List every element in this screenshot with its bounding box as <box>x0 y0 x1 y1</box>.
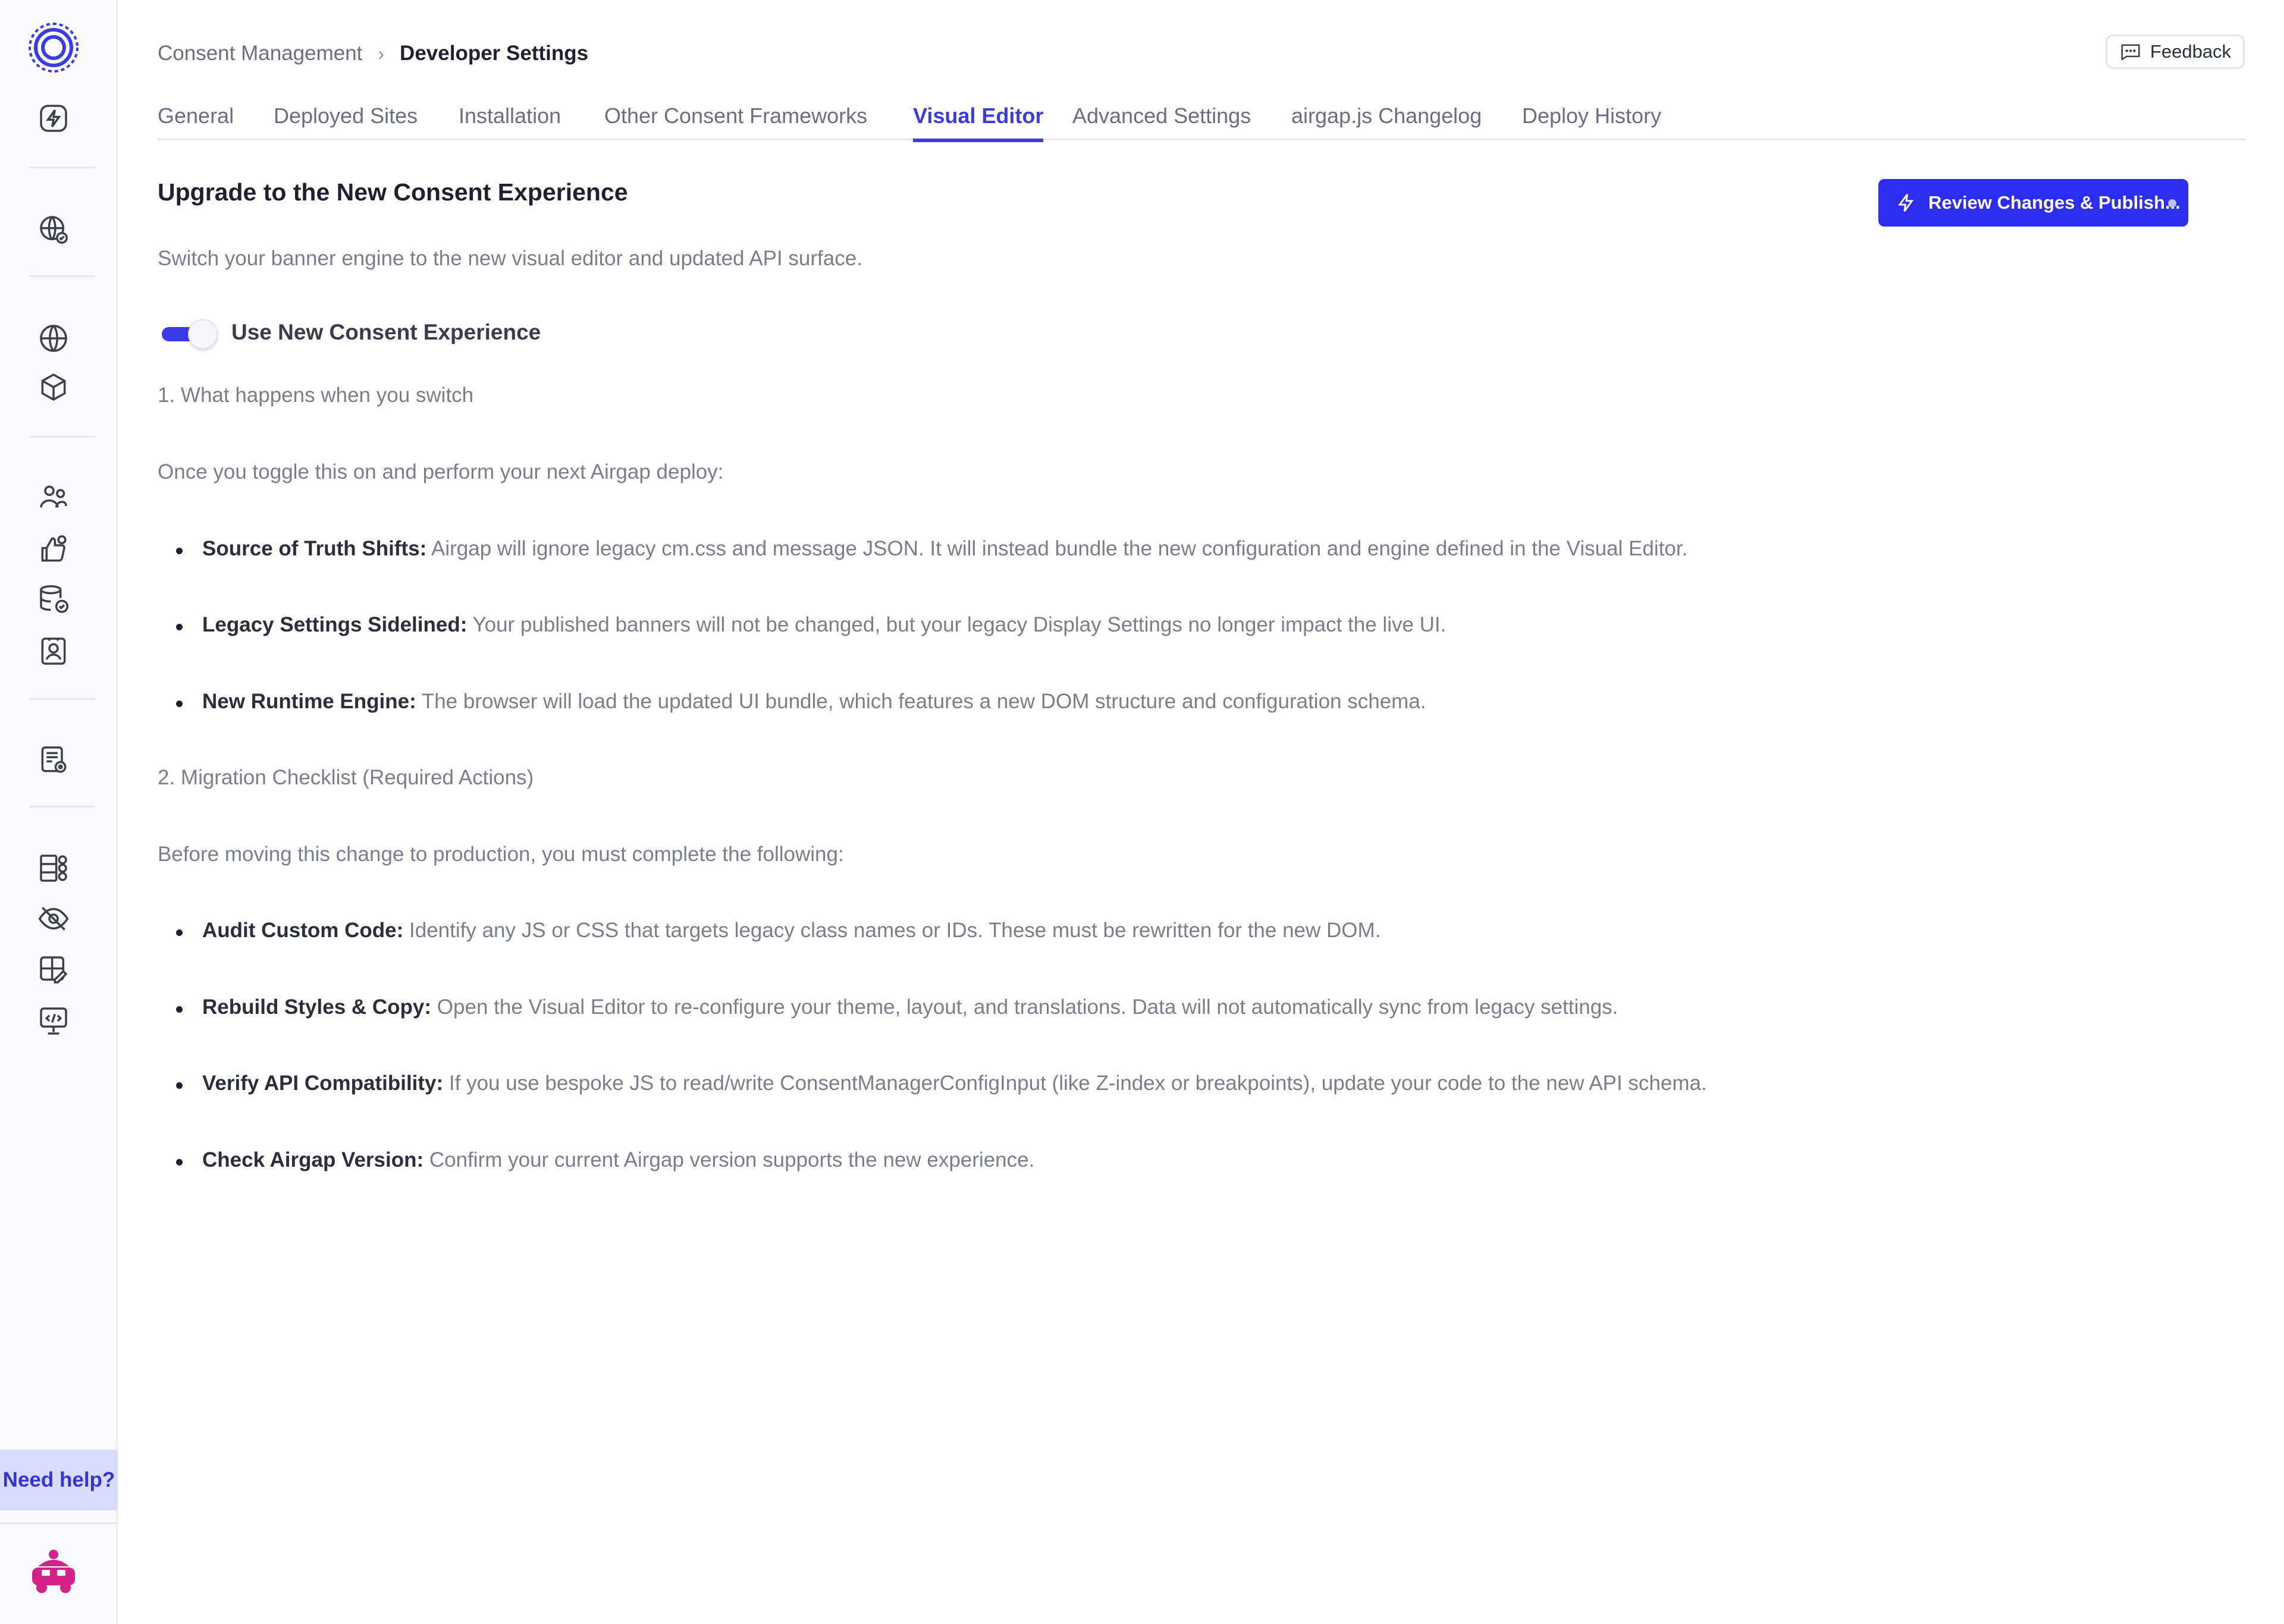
list-item: Rebuild Styles & Copy: Open the Visual E… <box>176 995 1618 1019</box>
new-consent-experience-toggle[interactable] <box>162 319 221 349</box>
tab-deployed-sites[interactable]: Deployed Sites <box>274 101 418 140</box>
cube-icon[interactable] <box>35 369 72 406</box>
breadcrumb: Consent Management › Developer Settings <box>158 39 588 68</box>
globe-shield-icon[interactable] <box>35 211 72 248</box>
feedback-button[interactable]: Feedback <box>2106 34 2245 69</box>
section-title: Upgrade to the New Consent Experience <box>158 178 628 206</box>
tab-airgap-changelog[interactable]: airgap.js Changelog <box>1291 101 1482 140</box>
breadcrumb-separator-icon: › <box>378 42 385 64</box>
sidebar-divider <box>29 275 95 277</box>
tab-other-consent-frameworks[interactable]: Other Consent Frameworks <box>604 101 867 140</box>
list-item: Source of Truth Shifts: Airgap will igno… <box>176 537 1687 561</box>
tab-installation[interactable]: Installation <box>459 101 561 140</box>
section-heading-2: 2. Migration Checklist (Required Actions… <box>158 766 534 789</box>
toggle-label: Use New Consent Experience <box>231 320 541 344</box>
tab-bar: General Deployed Sites Installation Othe… <box>158 101 2245 142</box>
feedback-label: Feedback <box>2150 41 2232 62</box>
tab-general[interactable]: General <box>158 101 234 140</box>
thumbs-up-icon[interactable] <box>35 531 72 568</box>
database-check-icon[interactable] <box>35 581 72 618</box>
sidebar-divider <box>29 167 95 168</box>
breadcrumb-parent-link[interactable]: Consent Management <box>158 42 362 65</box>
sidebar-divider <box>29 806 95 808</box>
users-icon[interactable] <box>35 479 72 516</box>
flash-icon[interactable] <box>35 100 72 137</box>
sidebar: Need help? <box>0 0 118 1624</box>
list-item: Audit Custom Code: Identify any JS or CS… <box>176 919 1381 943</box>
tab-advanced-settings[interactable]: Advanced Settings <box>1072 101 1251 140</box>
page-title: Developer Settings <box>400 42 589 65</box>
section-intro-2: Before moving this change to production,… <box>158 843 844 866</box>
tab-deploy-history[interactable]: Deploy History <box>1522 101 1661 140</box>
list-item: Check Airgap Version: Confirm your curre… <box>176 1148 1034 1172</box>
grid-edit-icon[interactable] <box>35 951 72 988</box>
eye-off-icon[interactable] <box>35 900 72 937</box>
section-intro-1: Once you toggle this on and perform your… <box>158 460 724 483</box>
transcend-logo-icon[interactable] <box>24 18 83 77</box>
sidebar-divider <box>0 1522 118 1524</box>
mascot-car-icon[interactable] <box>26 1546 81 1601</box>
list-item: Verify API Compatibility: If you use bes… <box>176 1072 1707 1095</box>
code-monitor-icon[interactable] <box>35 1003 72 1039</box>
apps-icon[interactable] <box>35 850 72 887</box>
section-subtitle: Switch your banner engine to the new vis… <box>158 247 862 270</box>
document-gear-icon[interactable] <box>35 742 72 778</box>
review-publish-button[interactable]: Review Changes & Publish... <box>1878 179 2188 227</box>
globe-icon[interactable] <box>35 320 72 357</box>
pending-changes-dot <box>2168 199 2176 208</box>
list-item: New Runtime Engine: The browser will loa… <box>176 690 1426 714</box>
tab-visual-editor[interactable]: Visual Editor <box>913 101 1044 142</box>
sidebar-divider <box>29 436 95 438</box>
contact-icon[interactable] <box>35 633 72 670</box>
toggle-knob <box>188 319 218 349</box>
flash-icon <box>1898 193 1914 212</box>
need-help-button[interactable]: Need help? <box>0 1450 118 1510</box>
section-heading-1: 1. What happens when you switch <box>158 384 474 407</box>
chat-icon <box>2121 44 2140 61</box>
sidebar-divider <box>29 698 95 700</box>
review-publish-label: Review Changes & Publish... <box>1928 192 2181 213</box>
list-item: Legacy Settings Sidelined: Your publishe… <box>176 613 1446 637</box>
